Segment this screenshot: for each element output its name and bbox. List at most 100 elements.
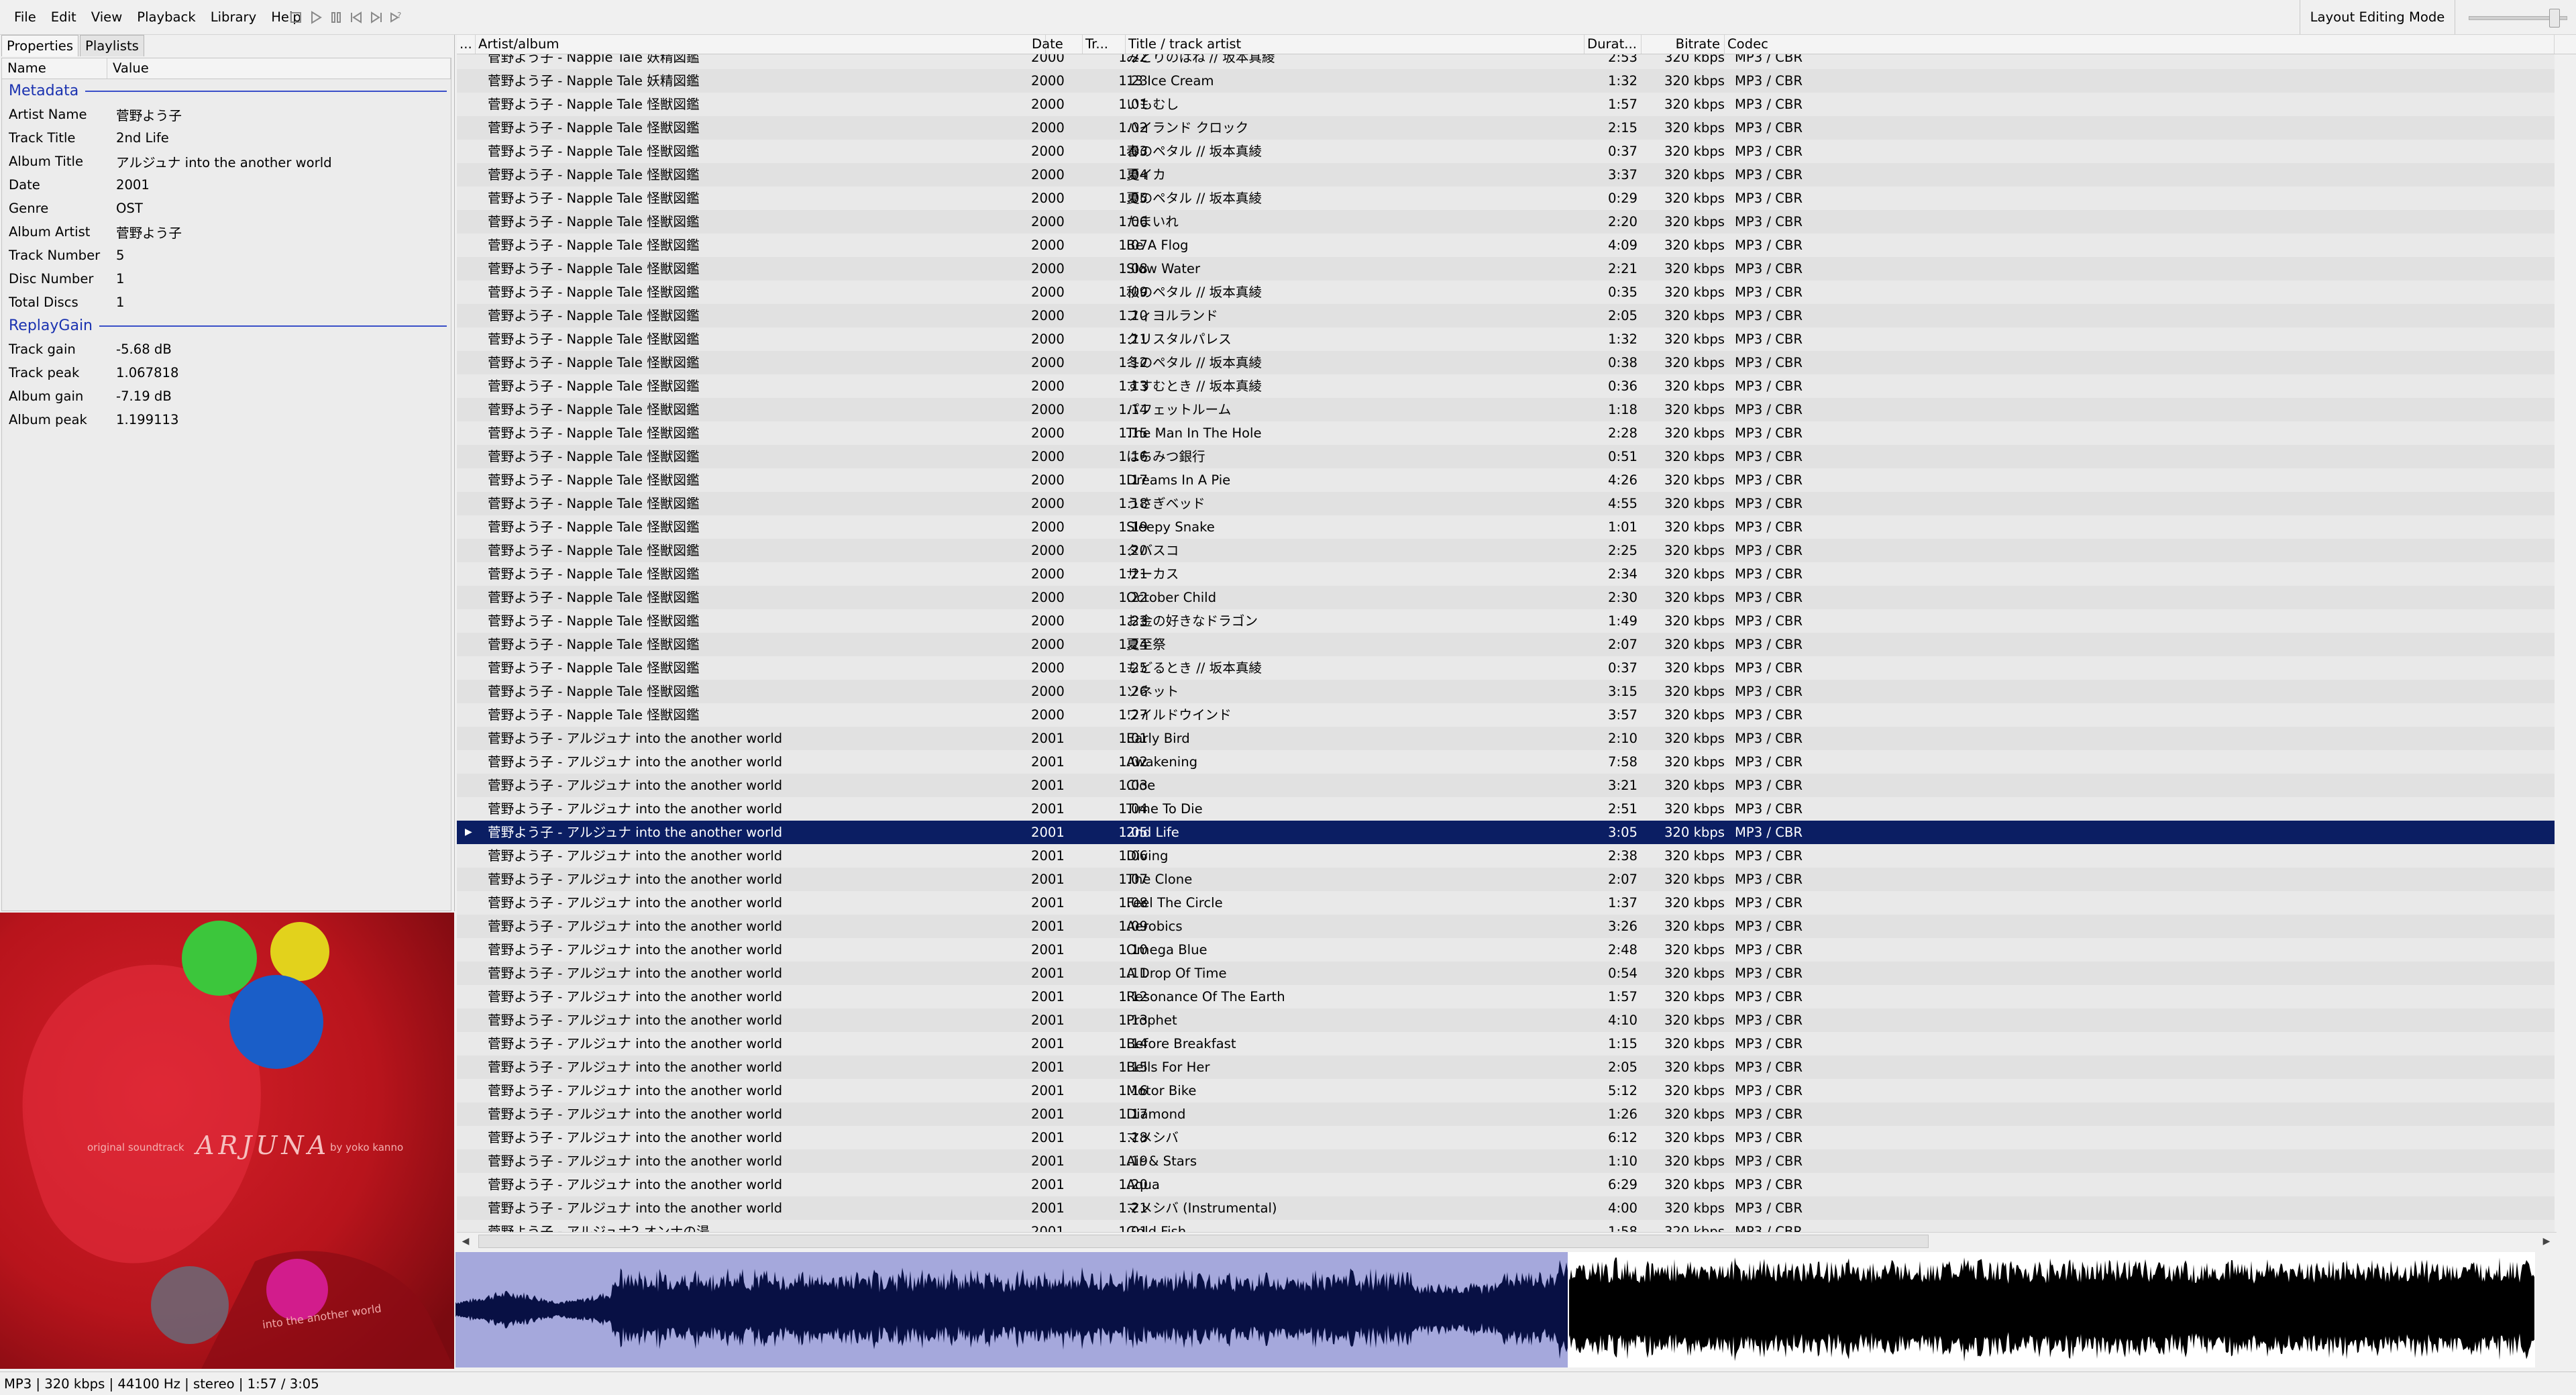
playlist-row[interactable]: 菅野よう子 - Napple Tale 怪獣図鑑 2000 1.09 秋のペタル //… <box>457 280 2555 304</box>
playlist-row[interactable]: 菅野よう子 - Napple Tale 怪獣図鑑 2000 1.04 夏イカ 3:37 3… <box>457 163 2555 187</box>
playlist-row[interactable]: 菅野よう子 - アルジュナ into the another world 2001… <box>457 727 2555 750</box>
playlist-row[interactable]: 菅野よう子 - Napple Tale 怪獣図鑑 2000 1.15 The Man … <box>457 421 2555 445</box>
column-header-date[interactable]: Date <box>1029 35 1083 54</box>
playlist-row[interactable]: 菅野よう子 - Napple Tale 怪獣図鑑 2000 1.21 サーカス 2:34… <box>457 562 2555 586</box>
playlist-row[interactable]: 菅野よう子 - アルジュナ into the another world 2001… <box>457 962 2555 985</box>
layout-editing-mode-button[interactable]: Layout Editing Mode <box>2300 0 2455 34</box>
playlist-row[interactable]: 菅野よう子 - アルジュナ into the another world 2001… <box>457 891 2555 915</box>
playlist-row[interactable]: 菅野よう子 - Napple Tale 妖精図鑑 2000 1.23 13 Ice C… <box>457 69 2555 93</box>
property-row[interactable]: Album Title アルジュナ into the another world <box>2 150 451 173</box>
playlist-row[interactable]: 菅野よう子 - Napple Tale 怪獣図鑑 2000 1.05 夏のペタル //… <box>457 187 2555 210</box>
pause-icon[interactable] <box>327 9 345 26</box>
property-row[interactable]: Album gain -7.19 dB <box>2 384 451 408</box>
playlist-row[interactable]: 菅野よう子 - アルジュナ into the another world 2001… <box>457 938 2555 962</box>
track-bitrate: 320 kbps <box>1664 331 1725 347</box>
playlist-row[interactable]: 菅野よう子 - アルジュナ into the another world 2001… <box>457 915 2555 938</box>
column-header-codec[interactable]: Codec <box>1725 35 2555 54</box>
column-header-duration[interactable]: Durat... <box>1585 35 1642 54</box>
previous-icon[interactable] <box>347 9 365 26</box>
menu-file[interactable]: File <box>7 0 44 34</box>
track-codec: MP3 / CBR <box>1735 1106 1803 1122</box>
column-header-title[interactable]: Title / track artist <box>1126 35 1585 54</box>
track-artist-album: 菅野よう子 - アルジュナ into the another world <box>488 1200 783 1216</box>
playlist-row[interactable]: 菅野よう子 - Napple Tale 怪獣図鑑 2000 1.11 クリスタルパレス… <box>457 327 2555 351</box>
tab-properties[interactable]: Properties <box>1 35 79 56</box>
random-icon[interactable]: ? <box>388 9 405 26</box>
playlist-row[interactable]: 菅野よう子 - Napple Tale 怪獣図鑑 2000 1.13 すすむとき //… <box>457 374 2555 398</box>
playlist-row[interactable]: 菅野よう子 - Napple Tale 怪獣図鑑 2000 1.18 うさぎベッド 4:… <box>457 492 2555 515</box>
play-icon[interactable] <box>307 9 325 26</box>
menu-edit[interactable]: Edit <box>44 0 84 34</box>
track-bitrate: 320 kbps <box>1664 1200 1725 1216</box>
menu-view[interactable]: View <box>84 0 130 34</box>
property-row[interactable]: Track Title 2nd Life <box>2 126 451 150</box>
property-row[interactable]: Total Discs 1 <box>2 291 451 314</box>
playlist-row[interactable]: 菅野よう子 - Napple Tale 怪獣図鑑 2000 1.19 Sleepy S… <box>457 515 2555 539</box>
playlist-row[interactable]: 菅野よう子 - Napple Tale 怪獣図鑑 2000 1.02 ハイランド クロ… <box>457 116 2555 140</box>
playlist-row[interactable]: 菅野よう子 - Napple Tale 怪獣図鑑 2000 1.03 春のペタル //… <box>457 140 2555 163</box>
playlist-row[interactable]: 菅野よう子 - アルジュナ into the another world 2001… <box>457 1032 2555 1055</box>
tab-playlists[interactable]: Playlists <box>80 35 144 56</box>
playlist-row[interactable]: 菅野よう子 - Napple Tale 怪獣図鑑 2000 1.22 October … <box>457 586 2555 609</box>
playlist-row[interactable]: 菅野よう子 - Napple Tale 怪獣図鑑 2000 1.01 いもむし 1:57… <box>457 93 2555 116</box>
playlist-row[interactable]: 菅野よう子 - アルジュナ into the another world 2001… <box>457 797 2555 821</box>
column-header-name[interactable]: Name <box>2 58 107 79</box>
playlist-row[interactable]: 菅野よう子 - Napple Tale 妖精図鑑 2000 1.22 みどりのはね /… <box>457 54 2555 69</box>
next-icon[interactable] <box>368 9 385 26</box>
property-row[interactable]: Track peak 1.067818 <box>2 361 451 384</box>
volume-slider[interactable] <box>2469 9 2567 28</box>
playlist-row-selected[interactable]: ▶ 菅野よう子 - アルジュナ into the another world 200… <box>457 821 2555 844</box>
playlist-row[interactable]: 菅野よう子 - Napple Tale 怪獣図鑑 2000 1.06 たまいれ 2:20… <box>457 210 2555 234</box>
column-header-bitrate[interactable]: Bitrate <box>1642 35 1725 54</box>
track-artist-album: 菅野よう子 - アルジュナ into the another world <box>488 1130 783 1145</box>
property-row[interactable]: Track Number 5 <box>2 244 451 267</box>
column-header-artist-album[interactable]: Artist/album <box>476 35 1046 54</box>
horizontal-scroll-thumb[interactable] <box>478 1235 1929 1248</box>
playlist-row[interactable]: 菅野よう子 - アルジュナ into the another world 2001… <box>457 1055 2555 1079</box>
playlist-row[interactable]: 菅野よう子 - アルジュナ into the another world 2001… <box>457 1173 2555 1196</box>
column-header-value[interactable]: Value <box>107 58 451 79</box>
scroll-left-arrow-icon[interactable]: ◀ <box>457 1233 474 1250</box>
menu-library[interactable]: Library <box>203 0 264 34</box>
property-row[interactable]: Artist Name 菅野よう子 <box>2 103 451 126</box>
property-row[interactable]: Album peak 1.199113 <box>2 408 451 431</box>
playlist-row[interactable]: 菅野よう子 - アルジュナ into the another world 2001… <box>457 985 2555 1009</box>
playlist-row[interactable]: 菅野よう子 - Napple Tale 怪獣図鑑 2000 1.24 夏至祭 2:07 3… <box>457 633 2555 656</box>
playlist-row[interactable]: 菅野よう子 - Napple Tale 怪獣図鑑 2000 1.25 もどるとき //… <box>457 656 2555 680</box>
property-row[interactable]: Date 2001 <box>2 173 451 197</box>
track-codec: MP3 / CBR <box>1735 73 1803 89</box>
column-header-track[interactable]: Tr... <box>1083 35 1126 54</box>
playlist-row[interactable]: 菅野よう子 - Napple Tale 怪獣図鑑 2000 1.07 Be A Flo… <box>457 234 2555 257</box>
scroll-right-arrow-icon[interactable]: ▶ <box>2538 1233 2555 1250</box>
property-row[interactable]: Genre OST <box>2 197 451 220</box>
playlist-row[interactable]: 菅野よう子 - アルジュナ into the another world 2001… <box>457 1149 2555 1173</box>
playlist-row[interactable]: 菅野よう子 - アルジュナ into the another world 2001… <box>457 1126 2555 1149</box>
playlist-row[interactable]: 菅野よう子 - Napple Tale 怪獣図鑑 2000 1.20 タバスコ 2:25… <box>457 539 2555 562</box>
playlist-row[interactable]: 菅野よう子 - アルジュナ into the another world 2001… <box>457 844 2555 868</box>
playlist-row[interactable]: 菅野よう子 - アルジュナ into the another world 2001… <box>457 1102 2555 1126</box>
playlist-horizontal-scrollbar[interactable]: ◀ ▶ <box>457 1232 2557 1250</box>
playlist-row[interactable]: 菅野よう子 - Napple Tale 怪獣図鑑 2000 1.27 ワイルドウインド… <box>457 703 2555 727</box>
playlist-row[interactable]: 菅野よう子 - アルジュナ into the another world 2001… <box>457 750 2555 774</box>
playlist-row[interactable]: 菅野よう子 - Napple Tale 怪獣図鑑 2000 1.16 はちみつ銀行 0:… <box>457 445 2555 468</box>
menu-playback[interactable]: Playback <box>129 0 203 34</box>
playlist-row[interactable]: 菅野よう子 - Napple Tale 怪獣図鑑 2000 1.17 Dreams I… <box>457 468 2555 492</box>
column-header-playing[interactable]: ... <box>457 35 476 54</box>
property-row[interactable]: Album Artist 菅野よう子 <box>2 220 451 244</box>
playlist-row[interactable]: 菅野よう子 - アルジュナ into the another world 2001… <box>457 868 2555 891</box>
playlist-row[interactable]: 菅野よう子 - Napple Tale 怪獣図鑑 2000 1.23 お金の好きなドラ… <box>457 609 2555 633</box>
waveform-seekbar[interactable] <box>455 1252 2576 1367</box>
playlist-row[interactable]: 菅野よう子 - Napple Tale 怪獣図鑑 2000 1.10 フィヨルランド 2… <box>457 304 2555 327</box>
playlist-row[interactable]: 菅野よう子 - アルジュナ into the another world 2001… <box>457 774 2555 797</box>
playlist-row[interactable]: 菅野よう子 - Napple Tale 怪獣図鑑 2000 1.26 ソネット 3:15… <box>457 680 2555 703</box>
stop-icon[interactable] <box>287 9 305 26</box>
playlist-row[interactable]: 菅野よう子 - Napple Tale 怪獣図鑑 2000 1.12 冬のペタル //… <box>457 351 2555 374</box>
playlist-row[interactable]: 菅野よう子 - アルジュナ into the another world 2001… <box>457 1079 2555 1102</box>
playlist-row[interactable]: 菅野よう子 - Napple Tale 怪獣図鑑 2000 1.08 Slow Wat… <box>457 257 2555 280</box>
volume-thumb[interactable] <box>2549 9 2560 28</box>
property-row[interactable]: Disc Number 1 <box>2 267 451 291</box>
property-row[interactable]: Track gain -5.68 dB <box>2 338 451 361</box>
playlist-row[interactable]: 菅野よう子 - アルジュナ into the another world 2001… <box>457 1009 2555 1032</box>
playlist-row[interactable]: 菅野よう子 - Napple Tale 怪獣図鑑 2000 1.14 パフェットルーム… <box>457 398 2555 421</box>
playlist-row[interactable]: 菅野よう子 - アルジュナ into the another world 2001… <box>457 1196 2555 1220</box>
